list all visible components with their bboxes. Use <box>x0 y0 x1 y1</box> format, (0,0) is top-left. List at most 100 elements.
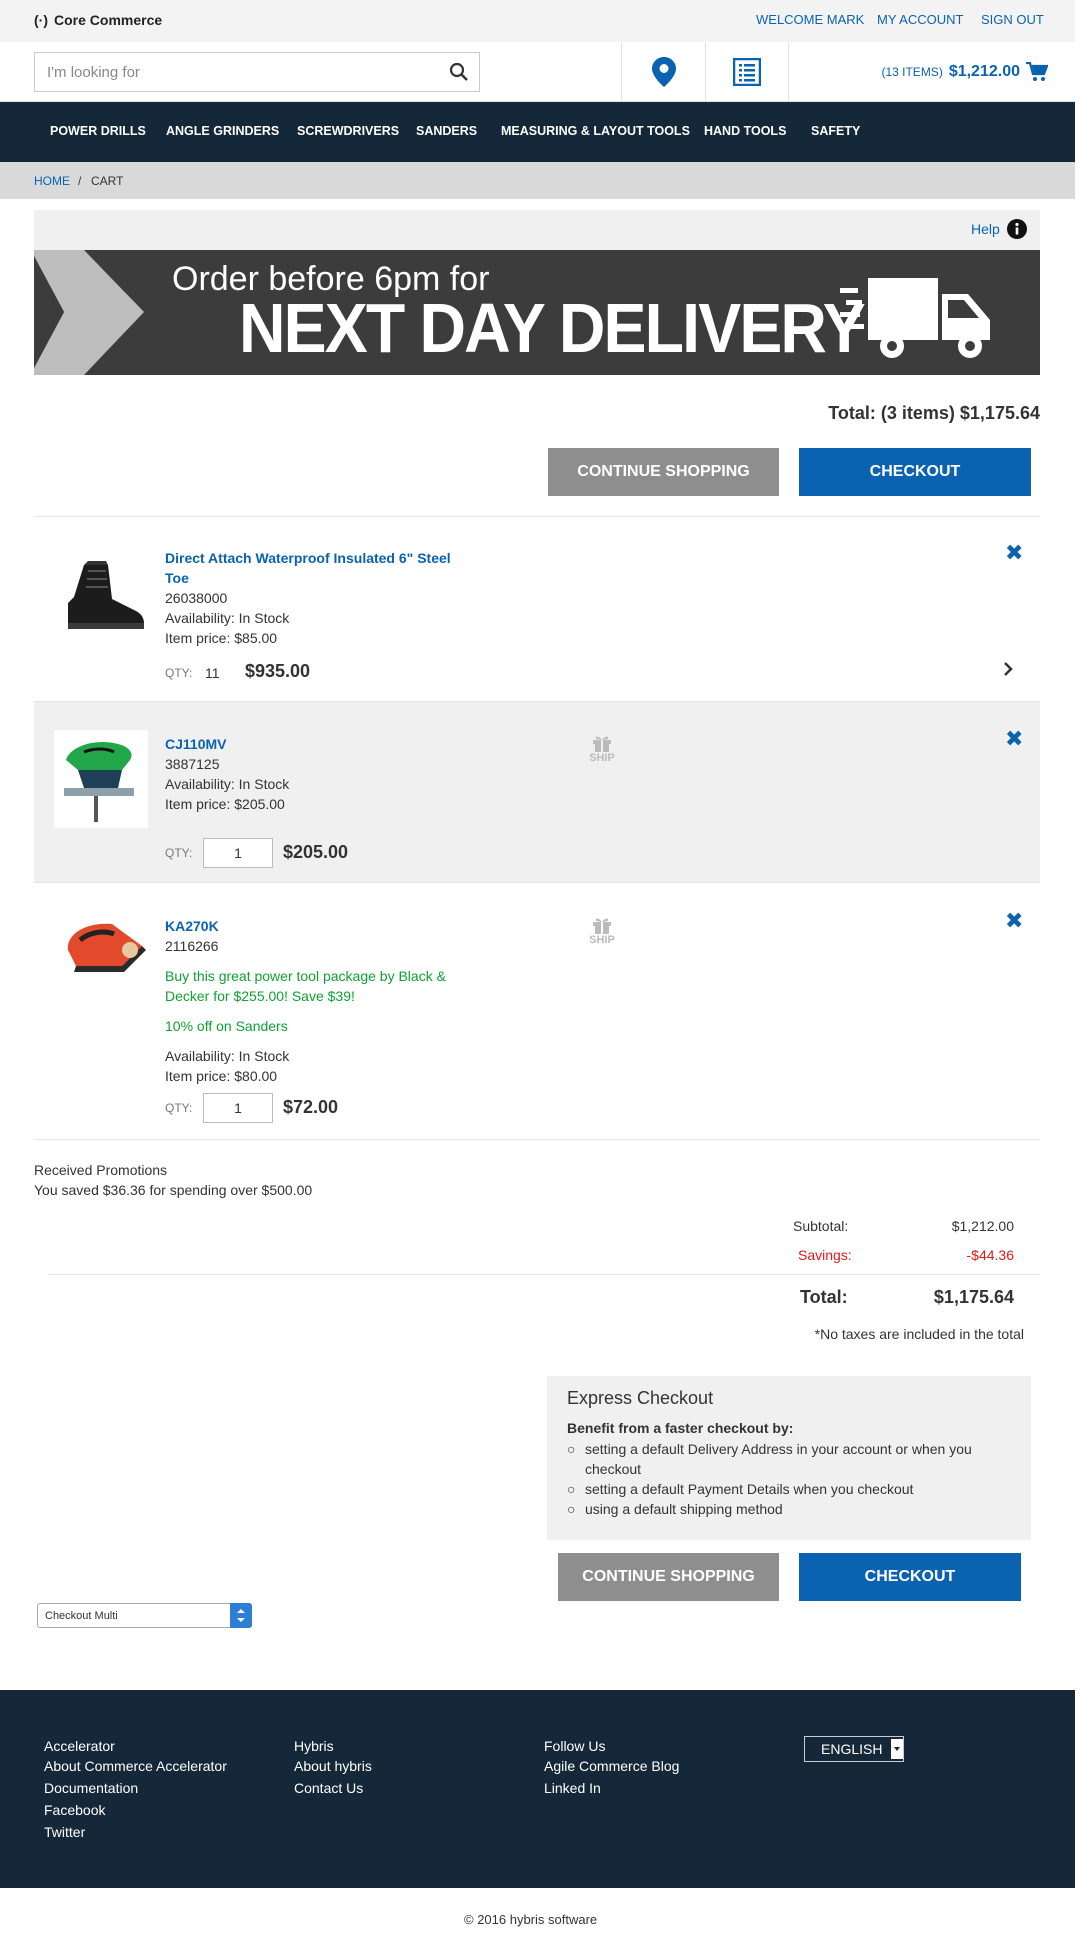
savings-value: -$44.36 <box>966 1247 1014 1263</box>
nav-item-power-drills[interactable]: POWER DRILLS <box>50 124 146 138</box>
qty-value: 11 <box>205 665 220 681</box>
nav-item-safety[interactable]: SAFETY <box>811 124 860 138</box>
delivery-truck-icon <box>840 278 990 358</box>
copyright: © 2016 hybris software <box>464 1912 598 1927</box>
tax-note: *No taxes are included in the total <box>814 1326 1024 1342</box>
checkout-button-bottom[interactable]: CHECKOUT <box>799 1553 1021 1601</box>
continue-shopping-button-top[interactable]: CONTINUE SHOPPING <box>548 448 779 496</box>
product-image-boot[interactable] <box>54 555 154 640</box>
footer-link-documentation[interactable]: Documentation <box>44 1780 138 1796</box>
footer-link-linkedin[interactable]: Linked In <box>544 1780 601 1796</box>
cart-total: $1,212.00 <box>948 63 1020 80</box>
language-select[interactable]: ENGLISH <box>804 1736 904 1762</box>
product-image-sander[interactable] <box>60 910 150 985</box>
footer-link-twitter[interactable]: Twitter <box>44 1824 85 1840</box>
total-value: $1,175.64 <box>933 1287 1014 1307</box>
qty-label: QTY: <box>165 1101 193 1115</box>
item-availability: Availability: In Stock <box>165 1048 290 1064</box>
total-label: Total: <box>800 1287 848 1307</box>
item-title[interactable]: CJ110MV <box>165 734 226 754</box>
info-icon[interactable] <box>1007 219 1027 244</box>
logo-mark-icon: (·) <box>34 12 48 28</box>
nav-item-sanders[interactable]: SANDERS <box>416 124 477 138</box>
product-image-jigsaw[interactable] <box>54 730 148 828</box>
checkout-button-top[interactable]: CHECKOUT <box>799 448 1031 496</box>
brand-name: Core Commerce <box>54 12 163 28</box>
item-title[interactable]: KA270K <box>165 916 219 936</box>
continue-shopping-button-bottom[interactable]: CONTINUE SHOPPING <box>558 1553 779 1601</box>
search-box <box>34 52 480 92</box>
remove-item-icon[interactable]: ✖ <box>1005 908 1023 934</box>
remove-item-icon[interactable]: ✖ <box>1005 540 1023 566</box>
help-bar: Help <box>34 210 1040 250</box>
select-arrows-icon <box>230 1603 252 1628</box>
item-code: 2116266 <box>165 938 219 954</box>
breadcrumb-current: CART <box>91 174 124 188</box>
breadcrumb-home[interactable]: HOME <box>34 174 70 188</box>
remove-item-icon[interactable]: ✖ <box>1005 726 1023 752</box>
sign-out-link[interactable]: SIGN OUT <box>981 12 1044 27</box>
my-account-link[interactable]: MY ACCOUNT <box>877 12 963 27</box>
item-promo-line1: Buy this great power tool package by Bla… <box>165 968 446 984</box>
mini-cart[interactable]: (13 ITEMS) $1,212.00 <box>881 62 1048 82</box>
breadcrumb-separator: / <box>78 174 82 188</box>
chevron-right-icon[interactable] <box>1002 662 1014 681</box>
store-locator-button[interactable] <box>621 42 705 102</box>
footer-link-facebook[interactable]: Facebook <box>44 1802 105 1818</box>
bullet-icon: ○ <box>567 1501 576 1517</box>
search-input[interactable] <box>35 53 425 91</box>
cart-icon <box>1026 62 1048 81</box>
footer-link-blog[interactable]: Agile Commerce Blog <box>544 1758 679 1774</box>
item-availability: Availability: In Stock <box>165 610 290 626</box>
footer-accelerator-heading: Accelerator <box>44 1738 115 1754</box>
banner-line2: NEXT DAY DELIVERY <box>239 289 866 367</box>
divider <box>48 1274 1040 1275</box>
footer-link-contact-us[interactable]: Contact Us <box>294 1780 363 1796</box>
delivery-banner[interactable]: Order before 6pm for NEXT DAY DELIVERY <box>34 250 1040 375</box>
promotions-text: You saved $36.36 for spending over $500.… <box>34 1182 313 1198</box>
help-link[interactable]: Help <box>971 221 1000 237</box>
bullet-icon: ○ <box>567 1441 576 1457</box>
nav-item-measuring-layout-tools[interactable]: MEASURING & LAYOUT TOOLS <box>501 124 690 138</box>
brand-logo[interactable]: (·) Core Commerce <box>34 12 162 28</box>
promotions-heading: Received Promotions <box>34 1162 168 1178</box>
item-code: 26038000 <box>165 590 228 606</box>
welcome-text: WELCOME MARK <box>756 12 865 27</box>
checkout-type-value: Checkout Multi <box>45 1610 118 1622</box>
item-title-line2[interactable]: Toe <box>165 568 189 588</box>
item-code: 3887125 <box>165 756 220 772</box>
footer-link-about-hybris[interactable]: About hybris <box>294 1758 372 1774</box>
quick-order-button[interactable] <box>705 42 789 102</box>
item-promo-sanders: 10% off on Sanders <box>165 1018 288 1034</box>
footer-hybris-heading: Hybris <box>294 1738 334 1754</box>
express-benefit-1b: checkout <box>585 1461 642 1477</box>
footer: Accelerator About Commerce Accelerator D… <box>0 1690 1075 1888</box>
savings-label: Savings: <box>798 1247 852 1263</box>
qty-label: QTY: <box>165 666 193 680</box>
checkout-type-select[interactable]: Checkout Multi <box>37 1603 252 1628</box>
qty-input[interactable]: 1 <box>203 838 273 868</box>
nav-item-screwdrivers[interactable]: SCREWDRIVERS <box>297 124 399 138</box>
express-benefit-2: setting a default Payment Details when y… <box>585 1481 914 1497</box>
ship-option[interactable]: SHIP <box>586 734 618 764</box>
item-availability: Availability: In Stock <box>165 776 290 792</box>
express-checkout-panel: Express Checkout Benefit from a faster c… <box>547 1376 1031 1540</box>
location-pin-icon <box>651 57 676 87</box>
qty-input[interactable]: 1 <box>203 1093 273 1123</box>
category-nav: POWER DRILLS ANGLE GRINDERS SCREWDRIVERS… <box>0 102 1075 162</box>
express-benefit: Benefit from a faster checkout by: <box>567 1420 794 1436</box>
item-total: $935.00 <box>245 661 311 681</box>
item-title-line1[interactable]: Direct Attach Waterproof Insulated 6" St… <box>165 548 451 568</box>
search-icon[interactable] <box>449 62 469 87</box>
nav-item-hand-tools[interactable]: HAND TOOLS <box>704 124 786 138</box>
ship-option[interactable]: SHIP <box>586 916 618 946</box>
breadcrumb: HOME / CART <box>0 162 1075 199</box>
divider <box>34 516 1040 517</box>
cart-item-count: (13 ITEMS) <box>881 65 943 79</box>
nav-item-angle-grinders[interactable]: ANGLE GRINDERS <box>166 124 279 138</box>
item-total: $72.00 <box>283 1097 339 1117</box>
ship-label: SHIP <box>589 934 615 946</box>
footer-link-about-commerce[interactable]: About Commerce Accelerator <box>44 1758 227 1774</box>
qty-label: QTY: <box>165 846 193 860</box>
subtotal-label: Subtotal: <box>793 1218 849 1234</box>
